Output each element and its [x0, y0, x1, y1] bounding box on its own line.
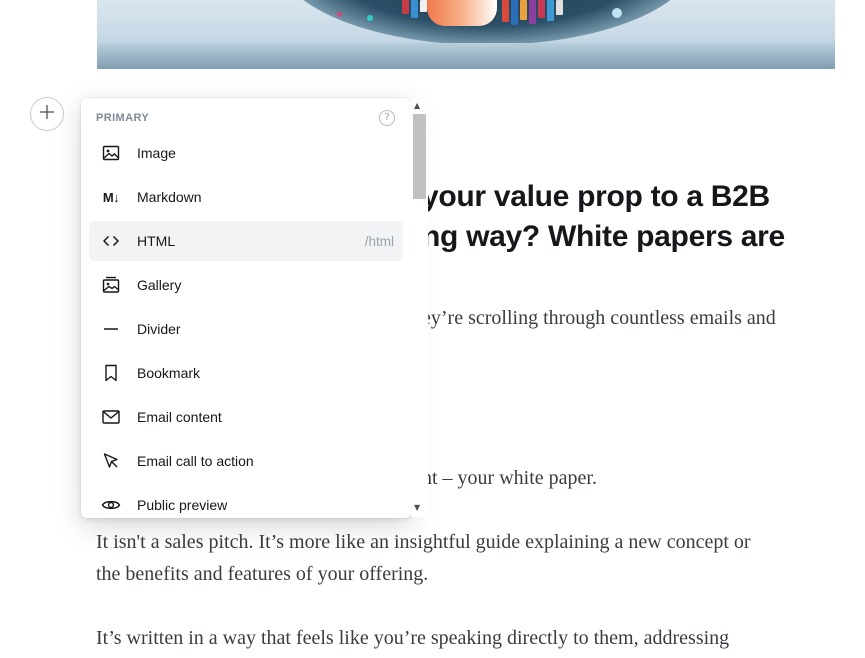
markdown-icon: M↓: [99, 185, 123, 209]
feature-image-book: [511, 0, 518, 25]
paragraph-line: the benefits and features of your offeri…: [96, 563, 429, 585]
paragraph-line: It’s written in a way that feels like yo…: [96, 627, 730, 649]
menu-item-email-content[interactable]: Email content: [89, 397, 403, 437]
feature-image-book: [547, 0, 554, 21]
menu-item-email-cta[interactable]: Email call to action: [89, 441, 403, 481]
paragraph-line: ey’re scrolling through countless emails…: [422, 307, 776, 329]
menu-item-label: Gallery: [137, 277, 182, 293]
paragraph-line: nt – your white paper.: [422, 467, 597, 489]
feature-image-book: [529, 0, 536, 24]
menu-item-label: HTML: [137, 233, 176, 249]
feature-image: [97, 0, 835, 69]
add-card-button[interactable]: [30, 97, 64, 131]
section-label: PRIMARY: [96, 112, 150, 124]
feature-image-dot: [367, 15, 373, 21]
feature-image-book: [538, 0, 545, 18]
menu-item-label: Bookmark: [137, 365, 201, 381]
email-icon: [99, 405, 123, 429]
gallery-icon: [99, 273, 123, 297]
feature-image-book: [556, 0, 563, 15]
help-icon[interactable]: ?: [379, 110, 395, 126]
markdown-glyph: M↓: [102, 189, 120, 205]
feature-image-dot: [612, 8, 622, 18]
image-icon: [99, 141, 123, 165]
article-paragraph[interactable]: It isn't a sales pitch. It’s more like a…: [96, 526, 831, 590]
feature-image-book: [411, 0, 418, 18]
feature-image-book: [502, 0, 509, 22]
menu-item-divider[interactable]: Divider: [89, 309, 403, 349]
code-icon: [99, 229, 123, 253]
menu-item-markdown[interactable]: M↓ Markdown: [89, 177, 403, 217]
menu-item-gallery[interactable]: Gallery: [89, 265, 403, 305]
menu-item-label: Divider: [137, 321, 181, 337]
menu-item-label: Markdown: [137, 189, 202, 205]
menu-item-label: Image: [137, 145, 176, 161]
feature-image-floor: [97, 43, 835, 69]
feature-image-book: [520, 0, 527, 20]
menu-item-image[interactable]: Image: [89, 133, 403, 173]
eye-icon: [99, 493, 123, 517]
plus-icon: [38, 103, 56, 126]
bookmark-icon: [99, 361, 123, 385]
cursor-icon: [99, 449, 123, 473]
menu-item-bookmark[interactable]: Bookmark: [89, 353, 403, 393]
menu-item-label: Email call to action: [137, 453, 254, 469]
feature-image-handshake: [427, 0, 497, 26]
menu-item-label: Public preview: [137, 497, 228, 513]
menu-item-label: Email content: [137, 409, 222, 425]
menu-item-shortcut: /html: [364, 233, 394, 249]
feature-image-book: [402, 0, 409, 14]
divider-icon: [99, 317, 123, 341]
card-menu: PRIMARY ? Image M↓ Markdown HTML /html G…: [81, 98, 411, 518]
feature-image-dot: [337, 12, 342, 17]
scroll-up-arrow[interactable]: ▲: [414, 101, 420, 110]
menu-item-html[interactable]: HTML /html: [89, 221, 403, 261]
scroll-down-arrow[interactable]: ▼: [414, 503, 420, 512]
menu-scrollbar-thumb[interactable]: [413, 114, 426, 199]
paragraph-line: It isn't a sales pitch. It’s more like a…: [96, 531, 751, 553]
feature-image-book: [420, 0, 427, 12]
menu-item-public-preview[interactable]: Public preview: [89, 485, 403, 518]
card-menu-list: Image M↓ Markdown HTML /html Gallery Div…: [89, 133, 403, 518]
article-paragraph[interactable]: It’s written in a way that feels like yo…: [96, 622, 831, 654]
